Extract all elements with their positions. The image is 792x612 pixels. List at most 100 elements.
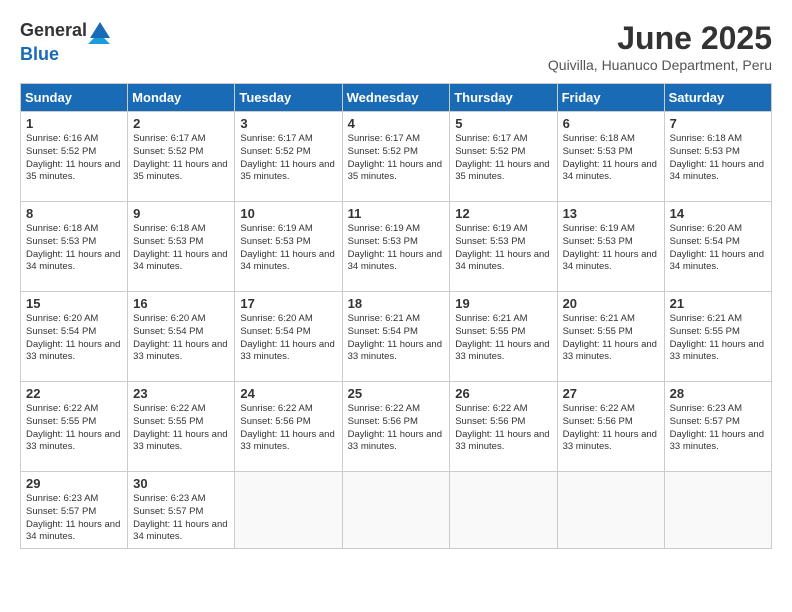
day-number: 10 <box>240 206 336 221</box>
day-info: Sunrise: 6:22 AM Sunset: 5:56 PM Dayligh… <box>563 403 659 454</box>
day-number: 27 <box>563 386 659 401</box>
table-row <box>342 472 450 549</box>
day-number: 7 <box>670 116 766 131</box>
table-row: 23 Sunrise: 6:22 AM Sunset: 5:55 PM Dayl… <box>128 382 235 472</box>
day-info: Sunrise: 6:19 AM Sunset: 5:53 PM Dayligh… <box>455 223 551 274</box>
day-info: Sunrise: 6:17 AM Sunset: 5:52 PM Dayligh… <box>348 133 445 184</box>
day-number: 25 <box>348 386 445 401</box>
table-row: 20 Sunrise: 6:21 AM Sunset: 5:55 PM Dayl… <box>557 292 664 382</box>
logo: General Blue <box>20 20 113 65</box>
day-info: Sunrise: 6:20 AM Sunset: 5:54 PM Dayligh… <box>133 313 229 364</box>
day-info: Sunrise: 6:18 AM Sunset: 5:53 PM Dayligh… <box>133 223 229 274</box>
day-info: Sunrise: 6:21 AM Sunset: 5:55 PM Dayligh… <box>670 313 766 364</box>
day-number: 4 <box>348 116 445 131</box>
table-row: 10 Sunrise: 6:19 AM Sunset: 5:53 PM Dayl… <box>235 202 342 292</box>
day-number: 30 <box>133 476 229 491</box>
day-number: 29 <box>26 476 122 491</box>
logo-icon <box>88 20 112 44</box>
day-info: Sunrise: 6:22 AM Sunset: 5:55 PM Dayligh… <box>133 403 229 454</box>
header-friday: Friday <box>557 84 664 112</box>
day-info: Sunrise: 6:17 AM Sunset: 5:52 PM Dayligh… <box>240 133 336 184</box>
table-row: 26 Sunrise: 6:22 AM Sunset: 5:56 PM Dayl… <box>450 382 557 472</box>
header-sunday: Sunday <box>21 84 128 112</box>
day-number: 2 <box>133 116 229 131</box>
day-info: Sunrise: 6:18 AM Sunset: 5:53 PM Dayligh… <box>26 223 122 274</box>
day-number: 16 <box>133 296 229 311</box>
table-row: 27 Sunrise: 6:22 AM Sunset: 5:56 PM Dayl… <box>557 382 664 472</box>
day-info: Sunrise: 6:21 AM Sunset: 5:55 PM Dayligh… <box>563 313 659 364</box>
logo-text-blue: Blue <box>20 44 59 64</box>
table-row: 11 Sunrise: 6:19 AM Sunset: 5:53 PM Dayl… <box>342 202 450 292</box>
day-number: 22 <box>26 386 122 401</box>
table-row: 14 Sunrise: 6:20 AM Sunset: 5:54 PM Dayl… <box>664 202 771 292</box>
day-number: 5 <box>455 116 551 131</box>
day-info: Sunrise: 6:21 AM Sunset: 5:54 PM Dayligh… <box>348 313 445 364</box>
table-row: 1 Sunrise: 6:16 AM Sunset: 5:52 PM Dayli… <box>21 112 128 202</box>
table-row: 19 Sunrise: 6:21 AM Sunset: 5:55 PM Dayl… <box>450 292 557 382</box>
header-tuesday: Tuesday <box>235 84 342 112</box>
table-row: 16 Sunrise: 6:20 AM Sunset: 5:54 PM Dayl… <box>128 292 235 382</box>
header-wednesday: Wednesday <box>342 84 450 112</box>
header-saturday: Saturday <box>664 84 771 112</box>
day-info: Sunrise: 6:22 AM Sunset: 5:56 PM Dayligh… <box>240 403 336 454</box>
table-row: 5 Sunrise: 6:17 AM Sunset: 5:52 PM Dayli… <box>450 112 557 202</box>
table-row <box>557 472 664 549</box>
page-header: General Blue June 2025 Quivilla, Huanuco… <box>20 20 772 73</box>
month-title: June 2025 <box>548 20 772 57</box>
header-thursday: Thursday <box>450 84 557 112</box>
table-row: 9 Sunrise: 6:18 AM Sunset: 5:53 PM Dayli… <box>128 202 235 292</box>
table-row: 28 Sunrise: 6:23 AM Sunset: 5:57 PM Dayl… <box>664 382 771 472</box>
day-number: 15 <box>26 296 122 311</box>
table-row: 12 Sunrise: 6:19 AM Sunset: 5:53 PM Dayl… <box>450 202 557 292</box>
day-number: 11 <box>348 206 445 221</box>
table-row: 17 Sunrise: 6:20 AM Sunset: 5:54 PM Dayl… <box>235 292 342 382</box>
day-info: Sunrise: 6:19 AM Sunset: 5:53 PM Dayligh… <box>348 223 445 274</box>
day-info: Sunrise: 6:19 AM Sunset: 5:53 PM Dayligh… <box>563 223 659 274</box>
day-number: 3 <box>240 116 336 131</box>
day-info: Sunrise: 6:17 AM Sunset: 5:52 PM Dayligh… <box>133 133 229 184</box>
day-info: Sunrise: 6:18 AM Sunset: 5:53 PM Dayligh… <box>670 133 766 184</box>
day-number: 6 <box>563 116 659 131</box>
day-number: 28 <box>670 386 766 401</box>
table-row <box>235 472 342 549</box>
table-row: 21 Sunrise: 6:21 AM Sunset: 5:55 PM Dayl… <box>664 292 771 382</box>
table-row <box>450 472 557 549</box>
day-number: 9 <box>133 206 229 221</box>
location: Quivilla, Huanuco Department, Peru <box>548 57 772 73</box>
day-number: 13 <box>563 206 659 221</box>
day-number: 24 <box>240 386 336 401</box>
day-number: 1 <box>26 116 122 131</box>
table-row: 15 Sunrise: 6:20 AM Sunset: 5:54 PM Dayl… <box>21 292 128 382</box>
calendar-header-row: Sunday Monday Tuesday Wednesday Thursday… <box>21 84 772 112</box>
day-info: Sunrise: 6:20 AM Sunset: 5:54 PM Dayligh… <box>240 313 336 364</box>
day-info: Sunrise: 6:23 AM Sunset: 5:57 PM Dayligh… <box>26 493 122 544</box>
day-info: Sunrise: 6:21 AM Sunset: 5:55 PM Dayligh… <box>455 313 551 364</box>
table-row: 4 Sunrise: 6:17 AM Sunset: 5:52 PM Dayli… <box>342 112 450 202</box>
day-number: 26 <box>455 386 551 401</box>
day-info: Sunrise: 6:22 AM Sunset: 5:56 PM Dayligh… <box>455 403 551 454</box>
day-number: 23 <box>133 386 229 401</box>
table-row: 25 Sunrise: 6:22 AM Sunset: 5:56 PM Dayl… <box>342 382 450 472</box>
day-info: Sunrise: 6:22 AM Sunset: 5:55 PM Dayligh… <box>26 403 122 454</box>
day-info: Sunrise: 6:20 AM Sunset: 5:54 PM Dayligh… <box>26 313 122 364</box>
day-number: 8 <box>26 206 122 221</box>
day-number: 17 <box>240 296 336 311</box>
table-row: 3 Sunrise: 6:17 AM Sunset: 5:52 PM Dayli… <box>235 112 342 202</box>
day-info: Sunrise: 6:23 AM Sunset: 5:57 PM Dayligh… <box>670 403 766 454</box>
table-row: 24 Sunrise: 6:22 AM Sunset: 5:56 PM Dayl… <box>235 382 342 472</box>
header-monday: Monday <box>128 84 235 112</box>
day-info: Sunrise: 6:17 AM Sunset: 5:52 PM Dayligh… <box>455 133 551 184</box>
table-row: 22 Sunrise: 6:22 AM Sunset: 5:55 PM Dayl… <box>21 382 128 472</box>
title-section: June 2025 Quivilla, Huanuco Department, … <box>548 20 772 73</box>
table-row: 13 Sunrise: 6:19 AM Sunset: 5:53 PM Dayl… <box>557 202 664 292</box>
calendar-table: Sunday Monday Tuesday Wednesday Thursday… <box>20 83 772 549</box>
table-row: 30 Sunrise: 6:23 AM Sunset: 5:57 PM Dayl… <box>128 472 235 549</box>
table-row: 8 Sunrise: 6:18 AM Sunset: 5:53 PM Dayli… <box>21 202 128 292</box>
day-number: 14 <box>670 206 766 221</box>
day-info: Sunrise: 6:19 AM Sunset: 5:53 PM Dayligh… <box>240 223 336 274</box>
table-row: 2 Sunrise: 6:17 AM Sunset: 5:52 PM Dayli… <box>128 112 235 202</box>
day-info: Sunrise: 6:18 AM Sunset: 5:53 PM Dayligh… <box>563 133 659 184</box>
day-info: Sunrise: 6:22 AM Sunset: 5:56 PM Dayligh… <box>348 403 445 454</box>
day-info: Sunrise: 6:20 AM Sunset: 5:54 PM Dayligh… <box>670 223 766 274</box>
day-number: 21 <box>670 296 766 311</box>
